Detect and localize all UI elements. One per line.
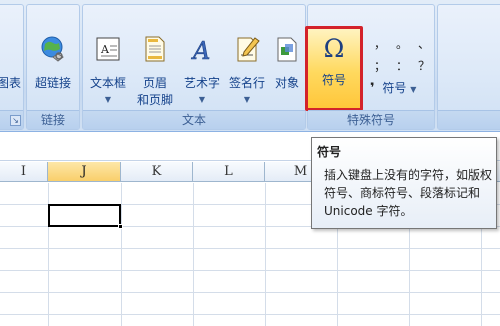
textbox-icon: A [96,37,120,61]
signature-line-dropdown-arrow: ▼ [243,95,251,104]
charts-button-label: 图表 [0,76,21,90]
svg-text:A: A [191,37,210,63]
fill-handle[interactable] [118,224,123,229]
omega-symbol-icon: Ω [323,34,345,63]
group-links: 超链接 链接 [26,4,80,130]
symbol-dropdown-label: 符号 [382,81,407,95]
signature-line-icon [237,37,260,62]
group-special-symbols: Ω 符号 ， 。 、 ； ： ？ ❜ 符号 ▼ 特殊符号 [305,4,435,130]
header-footer-button[interactable]: 页眉 和页脚 [131,29,179,111]
hyperlink-globe-icon [41,36,64,62]
symbol-tooltip: 符号 插入键盘上没有的字符，如版权符号、商标符号、段落标记和 Unicode 字… [311,137,497,229]
group-charts-partial: 图表 ↘ [0,4,24,130]
small-symbol-semicolon[interactable]: ； [372,57,388,73]
small-symbol-period[interactable]: 。 [394,35,410,51]
svg-text:A: A [100,43,110,56]
group-text-label: 文本 [83,110,305,129]
symbol-dropdown-button[interactable]: ❜ 符号 ▼ [370,79,432,99]
column-header-K[interactable]: K [121,162,193,182]
chevron-down-icon: ▼ [410,85,417,94]
small-symbol-enumeration-comma[interactable]: 、 [416,35,432,51]
header-footer-icon [145,36,165,62]
charts-dialog-launcher[interactable]: ↘ [10,115,21,126]
small-symbol-question[interactable]: ？ [416,57,432,73]
group-partial-right [437,4,500,130]
group-links-label: 链接 [27,110,79,129]
hyperlink-label: 超链接 [34,76,71,90]
signature-line-button[interactable]: 签名行 ▼ [225,29,269,111]
column-header-J[interactable]: J [48,162,121,182]
group-partial-right-label [438,110,500,129]
textbox-label: 文本框 [89,76,126,90]
header-footer-label-line2: 和页脚 [136,93,173,107]
column-header-L[interactable]: L [193,162,265,182]
column-header-I[interactable]: I [0,162,48,182]
object-button[interactable]: 对象 [269,29,305,99]
wordart-button[interactable]: A 艺术字 ▼ [179,29,225,111]
tooltip-title: 符号 [317,145,342,159]
signature-line-label: 签名行 [228,76,265,90]
object-label: 对象 [274,76,299,90]
active-cell[interactable] [48,204,123,229]
group-special-symbols-label: 特殊符号 [308,110,434,129]
hyperlink-button[interactable]: 超链接 [29,29,77,99]
ribbon: 图表 ↘ 超链接 链接 A 文本框 ▼ 页眉 和页脚 A 艺术字 ▼ 签名行 ▼… [0,0,500,132]
wordart-icon: A [191,37,211,63]
symbol-dropdown-icon: ❜ [370,81,375,96]
symbol-button[interactable]: Ω 符号 [305,26,363,111]
small-symbol-comma[interactable]: ， [372,35,388,51]
wordart-dropdown-arrow: ▼ [198,95,206,104]
charts-button[interactable]: 图表 [0,29,23,99]
symbol-label: 符号 [321,73,346,87]
small-symbol-colon[interactable]: ： [394,57,410,73]
tooltip-body: 插入键盘上没有的字符，如版权符号、商标符号、段落标记和 Unicode 字符。 [324,168,493,218]
group-text: A 文本框 ▼ 页眉 和页脚 A 艺术字 ▼ 签名行 ▼ 对象 文本 [82,4,306,130]
header-footer-label-line1: 页眉 [142,76,167,90]
object-icon [277,37,297,62]
textbox-dropdown-arrow: ▼ [104,95,112,104]
wordart-label: 艺术字 [183,76,220,90]
textbox-button[interactable]: A 文本框 ▼ [85,29,131,111]
